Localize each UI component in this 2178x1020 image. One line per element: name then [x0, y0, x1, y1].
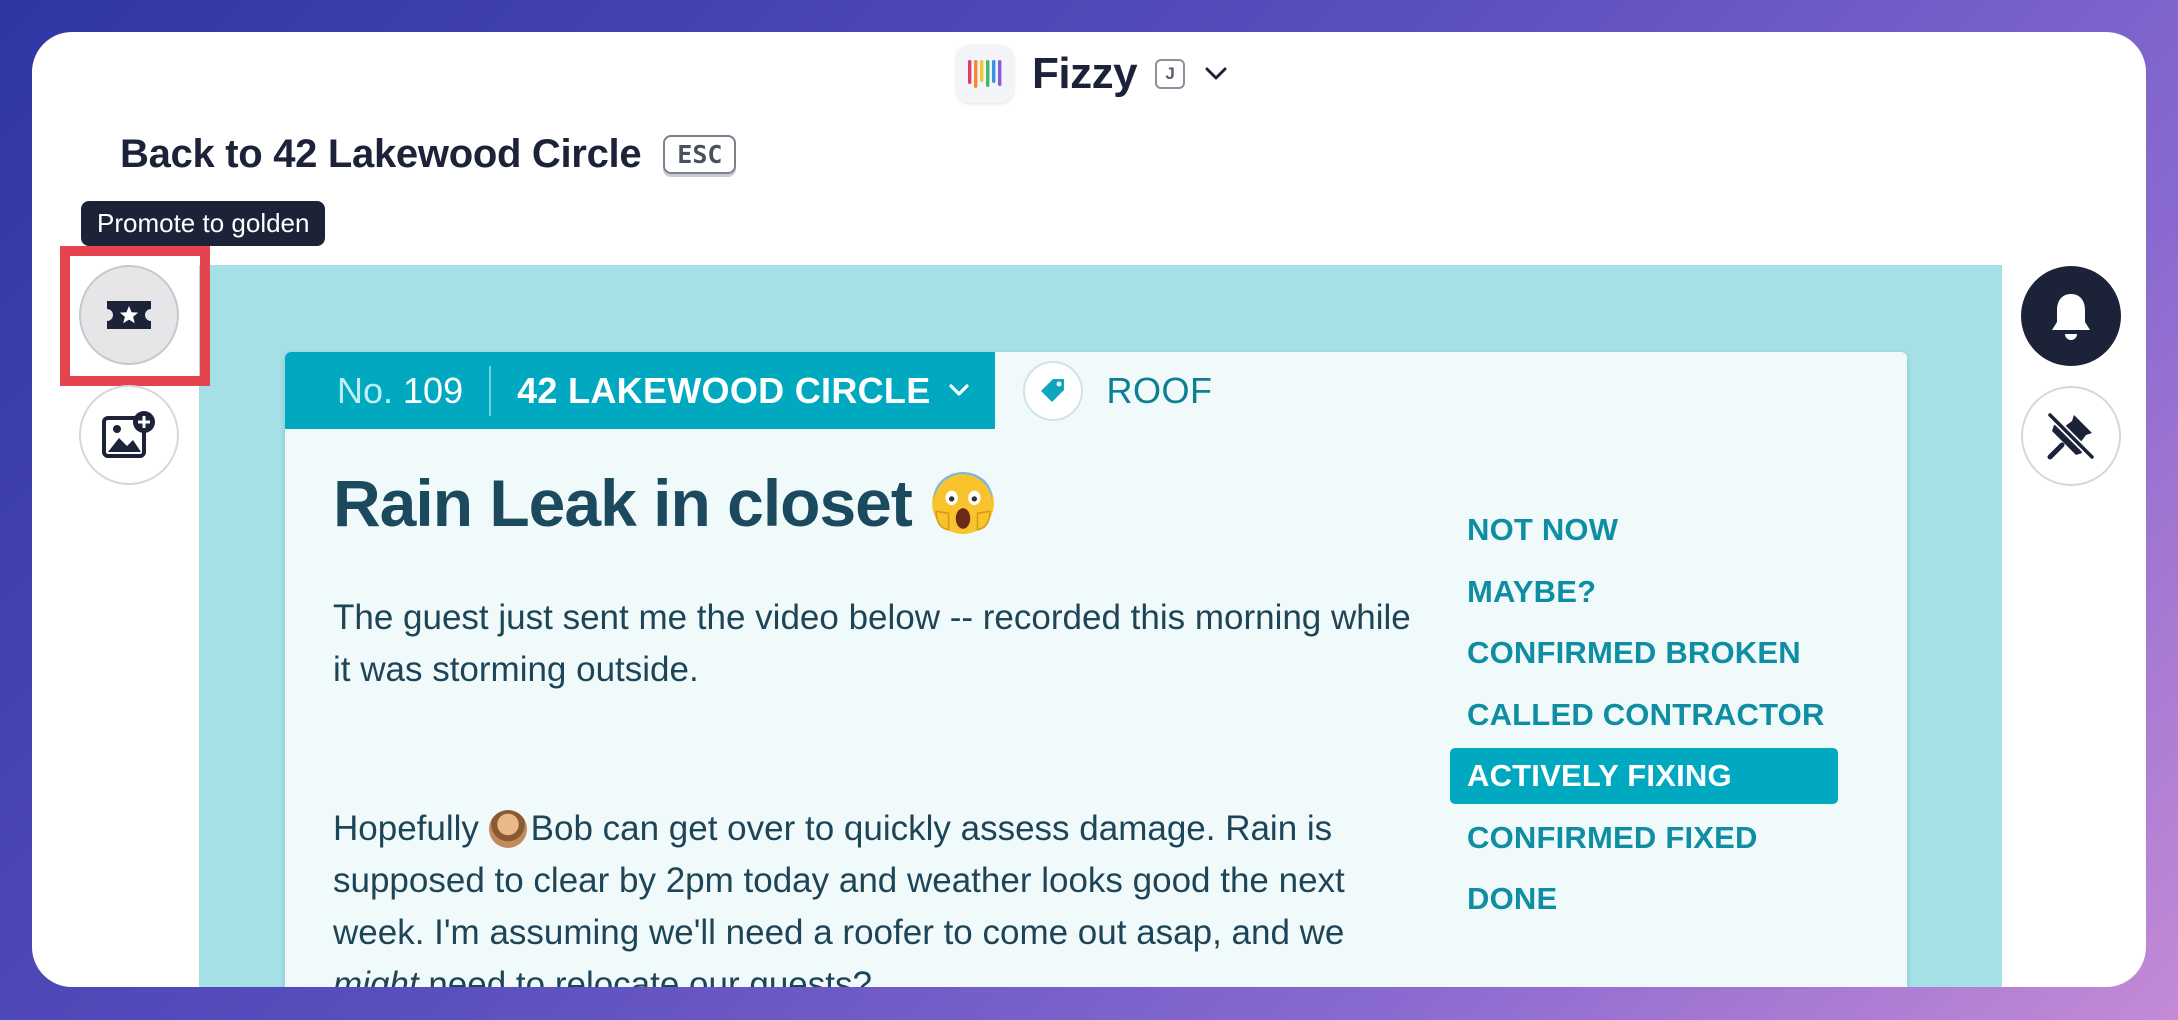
esc-shortcut-key: ESC	[663, 135, 737, 174]
status-actively-fixing[interactable]: ACTIVELY FIXING	[1450, 748, 1838, 804]
app-name: Fizzy	[1032, 49, 1138, 98]
back-link[interactable]: Back to 42 Lakewood Circle ESC	[120, 132, 737, 177]
status-list: NOT NOW MAYBE? CONFIRMED BROKEN CALLED C…	[1450, 502, 1838, 933]
notifications-button[interactable]	[2021, 266, 2121, 366]
card-description-paragraph-1: The guest just sent me the video below -…	[333, 598, 1411, 689]
unpin-button[interactable]	[2021, 386, 2121, 486]
card-description-paragraph-2: Hopefully Bob can get over to quickly as…	[333, 803, 1413, 987]
card-id-bar: No. 109 42 LAKEWOOD CIRCLE	[285, 352, 995, 429]
paragraph-text: Hopefully	[333, 809, 489, 848]
add-image-icon	[102, 411, 155, 458]
card-title[interactable]: Rain Leak in closet	[333, 465, 996, 541]
card: No. 109 42 LAKEWOOD CIRCLE ROOF Rain Lea…	[285, 352, 1907, 987]
app-shortcut-key: J	[1155, 59, 1186, 89]
user-mention[interactable]: Bob	[531, 809, 593, 848]
status-called-contractor[interactable]: CALLED CONTRACTOR	[1450, 687, 1838, 743]
app-window: Fizzy J Back to 42 Lakewood Circle ESC P…	[32, 32, 2146, 987]
back-link-label: Back to 42 Lakewood Circle	[120, 132, 642, 176]
tag-label: ROOF	[1106, 369, 1213, 411]
highlight-box	[60, 246, 210, 386]
chevron-down-icon[interactable]	[1203, 61, 1229, 87]
card-header: No. 109 42 LAKEWOOD CIRCLE ROOF	[285, 352, 1213, 429]
avatar	[488, 810, 527, 848]
card-number: 109	[403, 369, 464, 411]
paragraph-text: need to relocate our guests?	[418, 965, 872, 987]
unpin-icon	[2046, 411, 2096, 461]
bell-icon	[2052, 294, 2090, 340]
chevron-down-icon[interactable]	[948, 384, 969, 397]
status-confirmed-broken[interactable]: CONFIRMED BROKEN	[1450, 625, 1838, 681]
tag[interactable]: ROOF	[1022, 360, 1213, 421]
card-number-label: No.	[337, 369, 394, 411]
tag-icon[interactable]	[1022, 360, 1083, 421]
card-title-text: Rain Leak in closet	[333, 466, 913, 540]
app-switcher[interactable]: Fizzy J	[956, 42, 1229, 106]
status-not-now[interactable]: NOT NOW	[1450, 502, 1838, 558]
emphasized-text: might	[333, 965, 419, 987]
divider	[489, 365, 492, 416]
add-image-button[interactable]	[79, 385, 179, 485]
fizzy-logo-icon	[956, 45, 1014, 103]
status-maybe[interactable]: MAYBE?	[1450, 564, 1838, 620]
status-confirmed-fixed[interactable]: CONFIRMED FIXED	[1450, 810, 1838, 866]
tooltip: Promote to golden	[81, 201, 326, 246]
board-selector[interactable]: 42 LAKEWOOD CIRCLE	[517, 370, 930, 412]
status-done[interactable]: DONE	[1450, 871, 1838, 927]
scream-emoji-icon	[931, 472, 994, 534]
